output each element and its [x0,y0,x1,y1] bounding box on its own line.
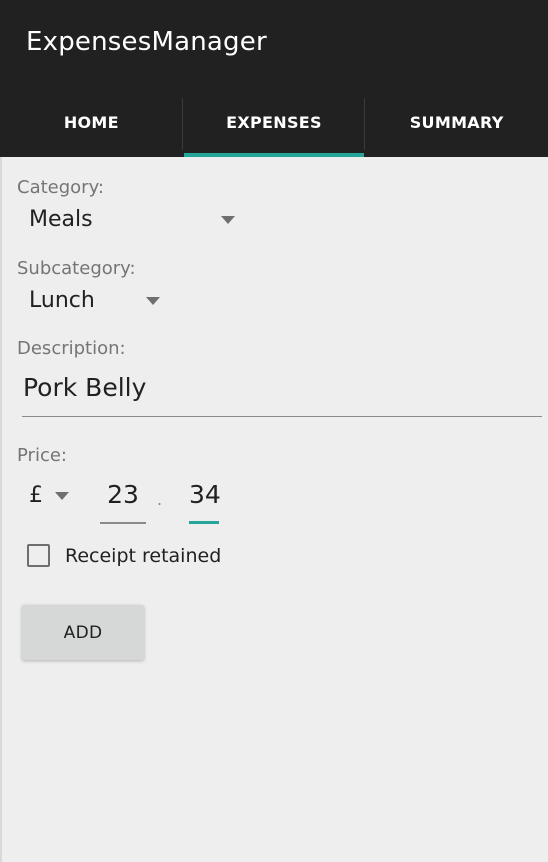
dropdown-arrow-icon [146,296,160,305]
category-value: Meals [29,207,93,232]
currency-symbol: £ [29,483,43,508]
receipt-retained-checkbox-row[interactable]: Receipt retained [27,544,221,567]
description-input[interactable]: Pork Belly [22,370,542,417]
price-minor-value: 34 [189,480,221,509]
tab-bar: HOME EXPENSES SUMMARY [0,88,548,157]
checkbox-unchecked-icon[interactable] [27,544,50,567]
tab-summary[interactable]: SUMMARY [365,88,548,157]
app-title: ExpensesManager [26,27,267,57]
currency-dropdown[interactable]: £ [29,483,69,508]
price-minor-input[interactable]: 34 [189,478,221,524]
subcategory-dropdown[interactable]: Lunch [29,288,160,313]
price-major-input[interactable]: 23 [100,478,146,524]
subcategory-value: Lunch [29,288,95,313]
price-major-underline [100,522,146,524]
app-bar: ExpensesManager HOME EXPENSES SUMMARY [0,0,548,157]
price-label: Price: [17,445,67,466]
content-left-edge [0,157,2,862]
category-dropdown[interactable]: Meals [29,207,235,232]
description-label: Description: [17,338,126,359]
add-button[interactable]: ADD [22,605,144,660]
category-label: Category: [17,177,104,198]
tab-expenses-label: EXPENSES [226,113,322,132]
decimal-separator: . [157,490,163,509]
tab-summary-label: SUMMARY [409,113,504,132]
receipt-retained-label: Receipt retained [65,544,222,567]
tab-home-label: HOME [63,113,119,132]
price-minor-underline [189,521,219,524]
price-major-value: 23 [107,480,139,509]
subcategory-label: Subcategory: [17,258,136,279]
dropdown-arrow-icon [55,491,69,500]
dropdown-arrow-icon [221,215,235,224]
tab-home[interactable]: HOME [0,88,183,157]
tab-expenses[interactable]: EXPENSES [183,88,366,157]
description-value: Pork Belly [23,373,147,402]
